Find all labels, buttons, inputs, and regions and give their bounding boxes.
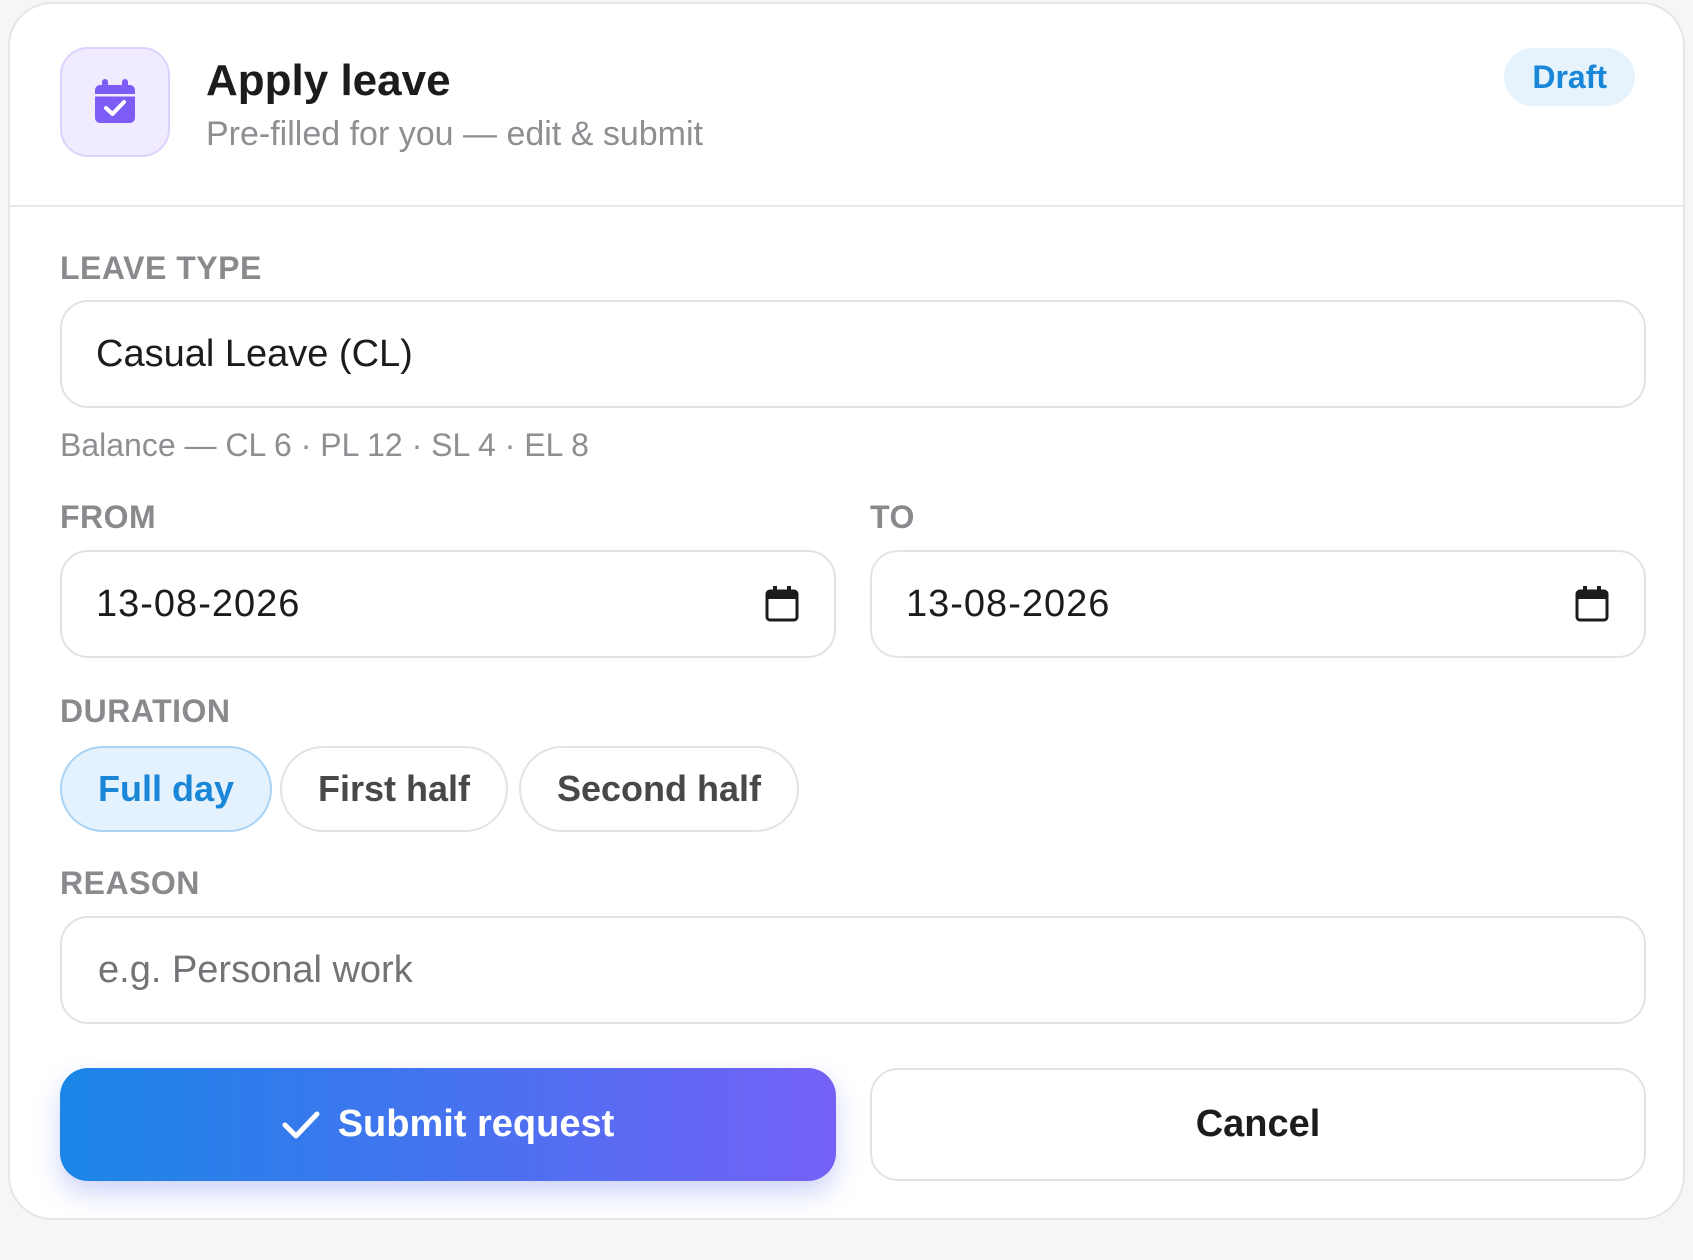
to-label: TO — [870, 499, 915, 535]
from-label: FROM — [60, 499, 157, 535]
leave-type-label: LEAVE TYPE — [60, 250, 262, 286]
leave-balance-hint: Balance — CL 6 · PL 12 · SL 4 · EL 8 — [60, 427, 589, 463]
duration-option-full-day[interactable]: Full day — [60, 746, 273, 832]
reason-input[interactable] — [96, 947, 1610, 993]
leave-type-select[interactable]: Casual Leave (CL) — [60, 300, 1646, 408]
to-date-value: 13-08-2026 — [906, 582, 1111, 625]
calendar-icon[interactable] — [764, 586, 800, 622]
leave-type-value: Casual Leave (CL) — [96, 332, 413, 375]
from-date-field[interactable]: 13-08-2026 — [60, 550, 836, 658]
page-subtitle: Pre-filled for you — edit & submit — [206, 115, 703, 153]
card-header: Apply leave Pre-filled for you — edit & … — [10, 4, 1683, 207]
duration-option-first-half[interactable]: First half — [280, 746, 509, 832]
cancel-button[interactable]: Cancel — [870, 1068, 1646, 1181]
check-icon — [282, 1110, 320, 1140]
calendar-icon[interactable] — [1574, 586, 1610, 622]
calendar-check-icon — [60, 47, 170, 157]
to-date-field[interactable]: 13-08-2026 — [870, 550, 1646, 658]
reason-label: REASON — [60, 865, 200, 901]
submit-request-label: Submit request — [337, 1103, 615, 1145]
status-badge: Draft — [1504, 48, 1635, 106]
from-date-value: 13-08-2026 — [96, 582, 301, 625]
duration-label: DURATION — [60, 693, 231, 729]
submit-request-button[interactable]: Submit request — [60, 1068, 836, 1181]
reason-field[interactable] — [60, 916, 1646, 1024]
apply-leave-card: Apply leave Pre-filled for you — edit & … — [8, 2, 1685, 1220]
duration-option-second-half[interactable]: Second half — [519, 746, 800, 832]
page-title: Apply leave — [206, 56, 451, 105]
